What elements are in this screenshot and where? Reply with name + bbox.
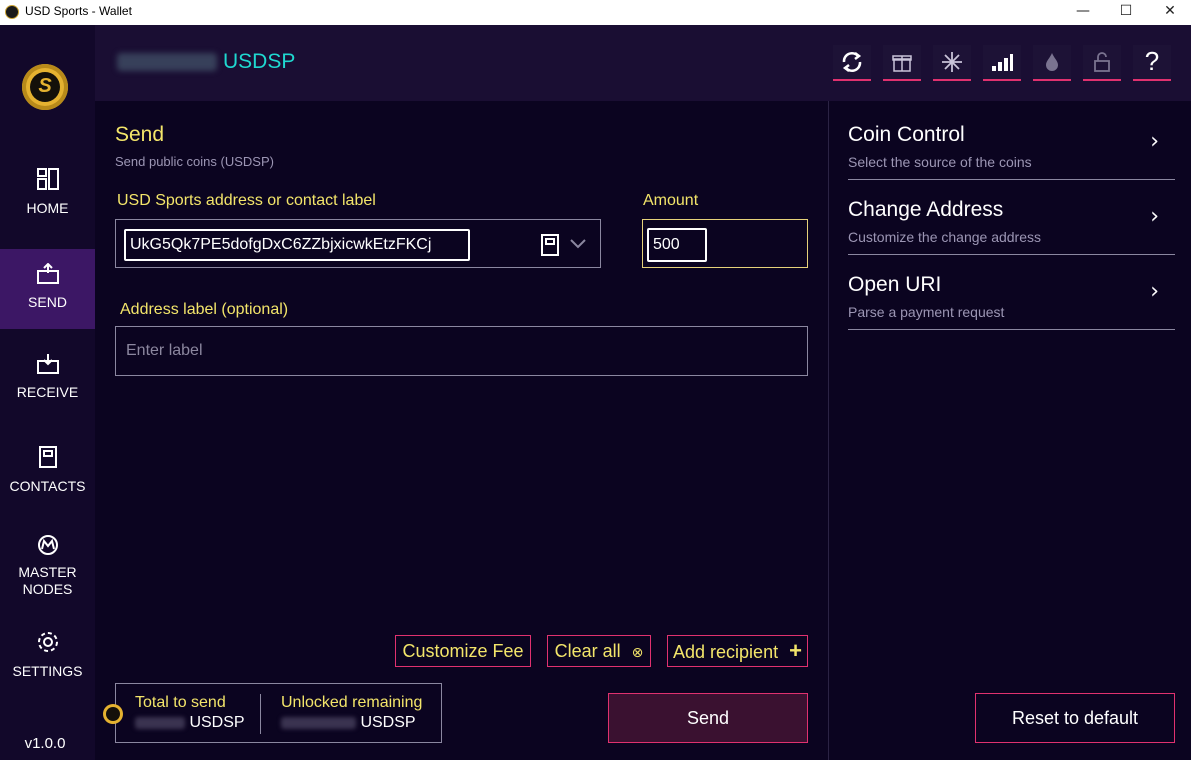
address-label-optional-label: Address label (optional) xyxy=(120,301,289,318)
total-to-send-label: Total to send xyxy=(135,694,226,711)
window-title: USD Sports - Wallet xyxy=(25,4,132,18)
contacts-icon xyxy=(38,446,57,468)
brand-logo: S xyxy=(22,64,68,110)
sidebar-item-label: MASTER NODES xyxy=(0,564,95,598)
chevron-right-icon: › xyxy=(1150,204,1159,229)
sidebar-item-home[interactable]: HOME xyxy=(0,167,95,227)
add-recipient-button[interactable]: Add recipient + xyxy=(667,635,808,667)
cold-staking-button[interactable] xyxy=(933,45,971,81)
chevron-down-icon[interactable] xyxy=(569,238,587,250)
window-titlebar: USD Sports - Wallet — ☐ ✕ xyxy=(0,0,1191,25)
page-title: Send xyxy=(115,123,165,146)
remaining-unit: USDSP xyxy=(360,714,416,731)
address-book-icon[interactable] xyxy=(540,234,560,256)
sidebar-item-label: SEND xyxy=(28,294,67,310)
sidebar-item-contacts[interactable]: CONTACTS xyxy=(0,445,95,505)
sidebar-item-masternodes[interactable]: MASTER NODES xyxy=(0,533,95,613)
top-header: USDSP ? xyxy=(95,25,1191,101)
total-to-send-value: USDSP xyxy=(135,714,245,732)
gift-button[interactable] xyxy=(883,45,921,81)
address-input[interactable] xyxy=(124,229,470,261)
customize-fee-button[interactable]: Customize Fee xyxy=(395,635,531,667)
option-subtitle: Select the source of the coins xyxy=(848,154,1032,170)
totals-box: Total to send USDSP Unlocked remaining U… xyxy=(115,683,442,743)
sidebar-item-label: RECEIVE xyxy=(16,384,79,400)
close-button[interactable]: ✕ xyxy=(1147,0,1191,25)
help-icon: ? xyxy=(1144,46,1160,76)
option-subtitle: Customize the change address xyxy=(848,229,1041,245)
chevron-right-icon: › xyxy=(1150,129,1159,154)
clear-all-label: Clear all xyxy=(554,641,621,661)
masternodes-icon xyxy=(37,535,58,555)
connections-button[interactable] xyxy=(983,45,1021,81)
send-button[interactable]: Send xyxy=(608,693,808,743)
send-icon xyxy=(36,263,59,284)
sidebar-item-label: CONTACTS xyxy=(9,478,86,494)
balance-unit: USDSP xyxy=(223,50,296,73)
signal-icon xyxy=(992,54,1013,71)
change-address-option[interactable]: Change Address Customize the change addr… xyxy=(848,198,1175,255)
tor-button[interactable] xyxy=(1033,45,1071,81)
minimize-button[interactable]: — xyxy=(1060,0,1106,25)
sidebar: S HOME SEND RECEIVE CONTACTS MASTER NODE… xyxy=(0,25,95,760)
coin-control-option[interactable]: Coin Control Select the source of the co… xyxy=(848,123,1175,180)
sidebar-item-send[interactable]: SEND xyxy=(0,249,95,329)
help-button[interactable]: ? xyxy=(1133,45,1171,81)
maximize-button[interactable]: ☐ xyxy=(1103,0,1149,25)
remaining-amount-hidden xyxy=(281,716,356,729)
plus-icon: + xyxy=(789,638,802,663)
total-unit: USDSP xyxy=(189,714,245,731)
label-input[interactable] xyxy=(116,327,807,375)
totals-divider xyxy=(260,694,261,734)
chevron-right-icon: › xyxy=(1150,279,1159,304)
sync-icon xyxy=(842,52,862,72)
app-version: v1.0.0 xyxy=(24,735,66,752)
balance-amount-hidden xyxy=(117,53,217,71)
option-title: Coin Control xyxy=(848,123,965,146)
address-field-label: USD Sports address or contact label xyxy=(117,192,376,209)
page-subtitle: Send public coins (USDSP) xyxy=(115,154,274,169)
amount-field-container xyxy=(642,219,808,268)
option-title: Change Address xyxy=(848,198,1004,221)
clear-circle-icon: ⊗ xyxy=(631,645,644,661)
lock-button[interactable] xyxy=(1083,45,1121,81)
tor-icon xyxy=(1046,53,1058,71)
gear-icon xyxy=(37,632,58,652)
sidebar-item-settings[interactable]: SETTINGS xyxy=(0,630,95,690)
send-panel: Send Send public coins (USDSP) USD Sport… xyxy=(95,101,828,760)
sync-button[interactable] xyxy=(833,45,871,81)
masternodes-label-line2: NODES xyxy=(22,581,73,597)
add-recipient-label: Add recipient xyxy=(673,642,779,662)
home-icon xyxy=(36,168,59,190)
unlocked-remaining-label: Unlocked remaining xyxy=(281,694,423,711)
sidebar-item-receive[interactable]: RECEIVE xyxy=(0,353,95,413)
snowflake-icon xyxy=(942,52,962,72)
open-uri-option[interactable]: Open URI Parse a payment request › xyxy=(848,273,1175,330)
customize-fee-label: Customize Fee xyxy=(402,641,524,661)
address-field-container xyxy=(115,219,601,268)
coin-icon xyxy=(103,704,123,724)
label-field-container xyxy=(115,326,808,376)
option-subtitle: Parse a payment request xyxy=(848,304,1005,320)
clear-all-button[interactable]: Clear all ⊗ xyxy=(547,635,651,667)
options-panel: Coin Control Select the source of the co… xyxy=(829,101,1191,760)
lock-icon xyxy=(1094,52,1110,72)
reset-to-default-button[interactable]: Reset to default xyxy=(975,693,1175,743)
unlocked-remaining-value: USDSP xyxy=(281,714,416,732)
total-amount-hidden xyxy=(135,716,185,729)
amount-input[interactable] xyxy=(647,228,707,262)
masternodes-label-line1: MASTER xyxy=(18,564,77,580)
sidebar-item-label: HOME xyxy=(26,200,69,216)
amount-field-label: Amount xyxy=(643,192,699,209)
gift-icon xyxy=(892,55,912,72)
sidebar-item-label: SETTINGS xyxy=(12,663,83,679)
receive-icon xyxy=(36,354,59,374)
app-logo-icon xyxy=(5,5,19,19)
option-title: Open URI xyxy=(848,273,942,296)
